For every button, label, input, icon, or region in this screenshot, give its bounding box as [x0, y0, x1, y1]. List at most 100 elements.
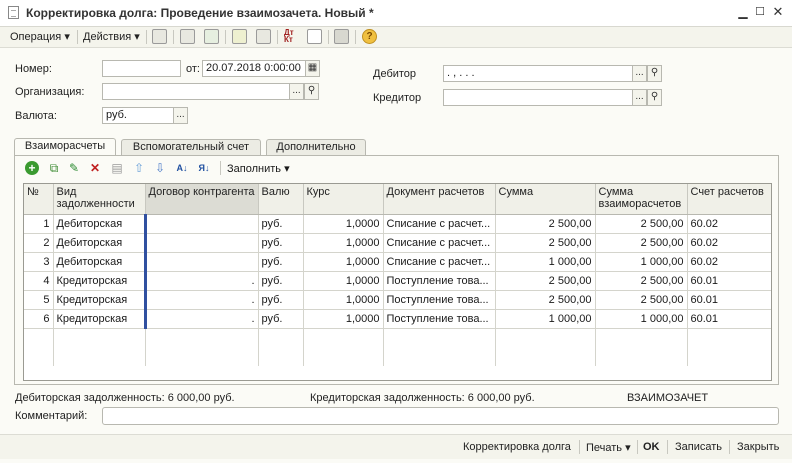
- minimize-icon[interactable]: ▁: [735, 4, 751, 20]
- organization-field[interactable]: [102, 83, 290, 100]
- cell-document[interactable]: Поступление това...: [383, 271, 496, 291]
- cell-debt-kind[interactable]: Кредиторская: [53, 271, 146, 291]
- cell-debt-kind[interactable]: Дебиторская: [53, 233, 146, 253]
- sort-desc-icon[interactable]: Я↓: [197, 161, 211, 175]
- cell-debt-kind[interactable]: Дебиторская: [53, 252, 146, 272]
- report-icon[interactable]: [307, 29, 322, 44]
- col-mutual-sum[interactable]: Сумма взаиморасчетов: [595, 184, 688, 215]
- cell-account[interactable]: 60.01: [687, 290, 771, 310]
- cell-mutual-sum[interactable]: 2 500,00: [595, 233, 688, 253]
- number-field[interactable]: [102, 60, 181, 77]
- cell-contract[interactable]: .: [143, 290, 259, 310]
- cell-number[interactable]: 6: [24, 309, 54, 329]
- cell-rate[interactable]: 1,0000: [303, 290, 384, 310]
- cell-number[interactable]: 3: [24, 252, 54, 272]
- col-rate[interactable]: Курс: [303, 184, 384, 215]
- sort-asc-icon[interactable]: A↓: [175, 161, 189, 175]
- delete-row-icon[interactable]: ✕: [88, 161, 102, 175]
- cell-number[interactable]: 2: [24, 233, 54, 253]
- ok-button[interactable]: OK: [643, 441, 660, 453]
- cell-rate[interactable]: 1,0000: [303, 271, 384, 291]
- cell-mutual-sum[interactable]: 1 000,00: [595, 252, 688, 272]
- copy-icon[interactable]: [204, 29, 219, 44]
- actions-menu[interactable]: Действия ▾: [83, 30, 140, 43]
- move-up-icon[interactable]: ⇧: [132, 161, 146, 175]
- cell-account[interactable]: 60.02: [687, 233, 771, 253]
- debtor-search-icon[interactable]: ⚲: [647, 65, 662, 82]
- cell-account[interactable]: 60.01: [687, 309, 771, 329]
- list-icon[interactable]: [334, 29, 349, 44]
- cell-mutual-sum[interactable]: 2 500,00: [595, 214, 688, 234]
- cell-contract[interactable]: [143, 252, 259, 272]
- cell-currency[interactable]: руб.: [258, 309, 304, 329]
- cell-contract[interactable]: .: [143, 309, 259, 329]
- cell-rate[interactable]: 1,0000: [303, 252, 384, 272]
- save-button[interactable]: Записать: [675, 441, 722, 453]
- cell-currency[interactable]: руб.: [258, 252, 304, 272]
- cell-document[interactable]: Списание с расчет...: [383, 214, 496, 234]
- cell-rate[interactable]: 1,0000: [303, 309, 384, 329]
- maximize-icon[interactable]: ☐: [752, 4, 768, 20]
- table-row[interactable]: 5 Кредиторская. руб. 1,0000 Поступление това…: [24, 290, 771, 310]
- creditor-select-button[interactable]: ...: [632, 89, 647, 106]
- organization-select-button[interactable]: ...: [289, 83, 304, 100]
- cell-contract[interactable]: [143, 233, 259, 253]
- cell-number[interactable]: 5: [24, 290, 54, 310]
- col-debt-kind[interactable]: Вид задолженности: [53, 184, 146, 215]
- cell-debt-kind[interactable]: Дебиторская: [53, 214, 146, 234]
- cell-contract[interactable]: [143, 214, 259, 234]
- col-currency[interactable]: Валю: [258, 184, 304, 215]
- table-row[interactable]: 1 Дебиторская руб. 1,0000 Списание с расчет.…: [24, 214, 771, 234]
- table-row[interactable]: 3 Дебиторская руб. 1,0000 Списание с расчет.…: [24, 252, 771, 272]
- cell-sum[interactable]: 2 500,00: [495, 290, 596, 310]
- currency-field[interactable]: руб.: [102, 107, 174, 124]
- creditor-field[interactable]: [443, 89, 633, 106]
- cell-sum[interactable]: 1 000,00: [495, 309, 596, 329]
- cell-account[interactable]: 60.02: [687, 252, 771, 272]
- cell-mutual-sum[interactable]: 1 000,00: [595, 309, 688, 329]
- debtor-field[interactable]: . , . . .: [443, 65, 633, 82]
- cell-currency[interactable]: руб.: [258, 233, 304, 253]
- cell-debt-kind[interactable]: Кредиторская: [53, 309, 146, 329]
- cell-account[interactable]: 60.01: [687, 271, 771, 291]
- currency-select-button[interactable]: ...: [173, 107, 188, 124]
- cell-rate[interactable]: 1,0000: [303, 233, 384, 253]
- cell-rate[interactable]: 1,0000: [303, 214, 384, 234]
- edit-row-icon[interactable]: ✎: [67, 161, 81, 175]
- table-row[interactable]: 6 Кредиторская. руб. 1,0000 Поступление това…: [24, 309, 771, 329]
- close-button[interactable]: Закрыть: [737, 441, 779, 453]
- table-row[interactable]: 2 Дебиторская руб. 1,0000 Списание с расчет.…: [24, 233, 771, 253]
- organization-search-icon[interactable]: ⚲: [304, 83, 319, 100]
- print-menu[interactable]: Печать ▾: [586, 441, 631, 454]
- comment-field[interactable]: [102, 407, 779, 425]
- cell-document[interactable]: Поступление това...: [383, 309, 496, 329]
- debtor-select-button[interactable]: ...: [632, 65, 647, 82]
- dt-kt-icon[interactable]: Дт Кт: [284, 29, 299, 44]
- col-number[interactable]: №: [24, 184, 54, 215]
- structure-icon[interactable]: [256, 29, 271, 44]
- cell-account[interactable]: 60.02: [687, 214, 771, 234]
- table-row[interactable]: 4 Кредиторская. руб. 1,0000 Поступление това…: [24, 271, 771, 291]
- date-field[interactable]: 20.07.2018 0:00:00: [202, 60, 306, 77]
- cell-sum[interactable]: 2 500,00: [495, 271, 596, 291]
- cell-currency[interactable]: руб.: [258, 271, 304, 291]
- close-icon[interactable]: ✕: [770, 4, 786, 20]
- operation-menu[interactable]: Операция ▾: [10, 30, 70, 43]
- end-edit-icon[interactable]: ▤: [110, 161, 124, 175]
- post-icon[interactable]: [180, 29, 195, 44]
- save-icon[interactable]: [152, 29, 167, 44]
- tab-mutual-settlements[interactable]: Взаиморасчеты: [14, 138, 116, 156]
- col-contract[interactable]: Договор контрагента: [145, 184, 259, 215]
- cell-sum[interactable]: 2 500,00: [495, 233, 596, 253]
- cell-document[interactable]: Списание с расчет...: [383, 252, 496, 272]
- copy-row-icon[interactable]: ⧉: [47, 161, 61, 175]
- cell-mutual-sum[interactable]: 2 500,00: [595, 290, 688, 310]
- cell-sum[interactable]: 2 500,00: [495, 214, 596, 234]
- cell-contract[interactable]: .: [143, 271, 259, 291]
- fill-menu[interactable]: Заполнить ▾: [227, 162, 290, 175]
- cell-number[interactable]: 1: [24, 214, 54, 234]
- tab-additional[interactable]: Дополнительно: [266, 139, 366, 156]
- tab-auxiliary-account[interactable]: Вспомогательный счет: [121, 139, 261, 156]
- cell-sum[interactable]: 1 000,00: [495, 252, 596, 272]
- cell-document[interactable]: Поступление това...: [383, 290, 496, 310]
